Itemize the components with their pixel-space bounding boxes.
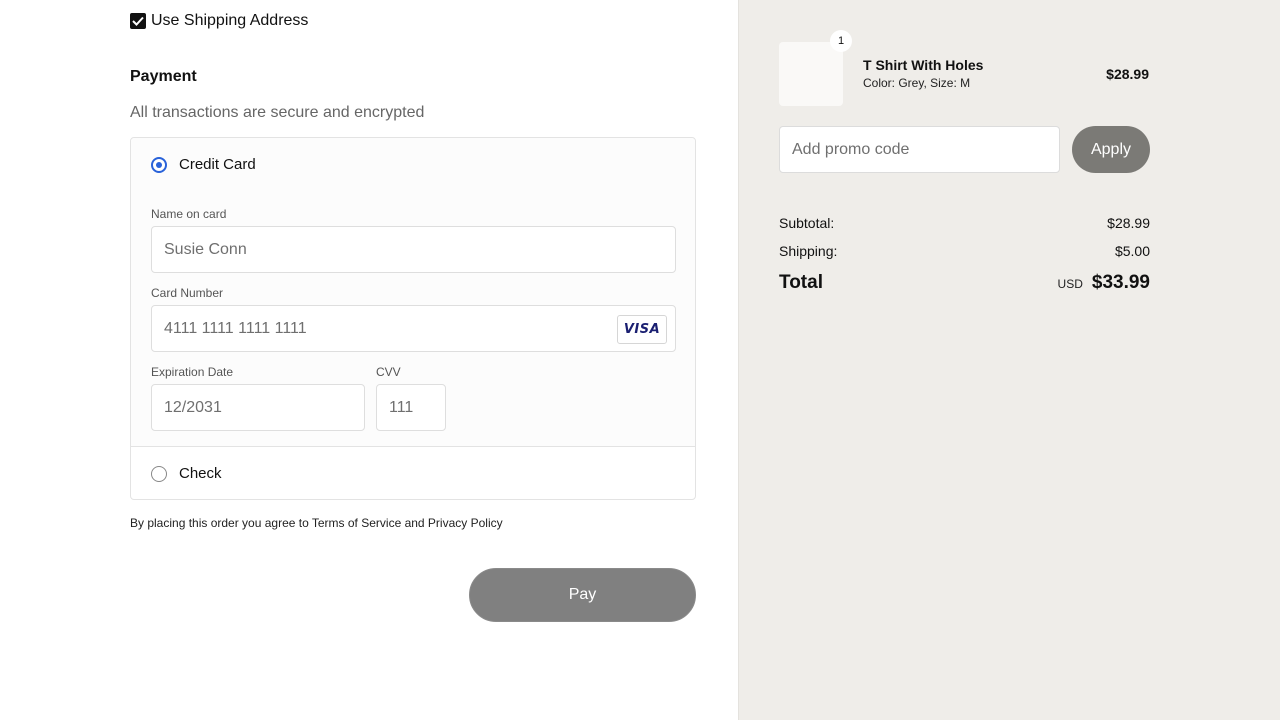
total-value: $33.99: [1091, 272, 1150, 293]
payment-heading: Payment: [130, 68, 197, 85]
shipping-value: $5.00: [1114, 243, 1150, 259]
credit-card-label: Credit Card: [179, 156, 256, 173]
cvv-placeholder: 111: [389, 398, 414, 416]
credit-card-option[interactable]: Credit Card: [151, 156, 256, 173]
card-number-label: Card Number: [151, 286, 224, 300]
use-shipping-address-checkbox[interactable]: [130, 13, 146, 29]
use-shipping-address-label: Use Shipping Address: [151, 12, 309, 29]
currency-code: USD: [1057, 277, 1083, 291]
payment-subtitle: All transactions are secure and encrypte…: [130, 104, 425, 121]
cvv-field[interactable]: 111: [376, 384, 446, 431]
product-price: $28.99: [1106, 66, 1149, 82]
product-name: T Shirt With Holes: [863, 57, 984, 73]
check-radio[interactable]: [151, 465, 167, 482]
order-summary-panel: [738, 0, 1280, 720]
expiration-date-placeholder: 12/2031: [164, 398, 222, 416]
apply-promo-button[interactable]: Apply: [1072, 126, 1150, 173]
quantity-badge: 1: [830, 30, 852, 52]
total-amount-group: USD $33.99: [1058, 272, 1150, 294]
credit-card-section: Credit Card Name on card Susie Conn Card…: [131, 138, 695, 447]
name-on-card-placeholder: Susie Conn: [164, 240, 247, 258]
product-variant: Color: Grey, Size: M: [863, 76, 971, 90]
checkmark-icon: [132, 16, 144, 26]
name-on-card-field[interactable]: Susie Conn: [151, 226, 676, 273]
credit-card-radio[interactable]: [151, 156, 167, 173]
subtotal-value: $28.99: [1107, 215, 1150, 231]
total-label: Total: [779, 272, 823, 293]
subtotal-label: Subtotal:: [779, 215, 835, 231]
card-number-field[interactable]: 4111 1111 1111 1111 VISA: [151, 305, 676, 352]
total-row: Total USD $33.99: [779, 272, 1150, 294]
check-option[interactable]: Check: [151, 465, 222, 482]
terms-notice: By placing this order you agree to Terms…: [130, 516, 503, 530]
check-section: Check: [131, 448, 695, 499]
pay-button[interactable]: Pay: [469, 568, 696, 622]
shipping-label: Shipping:: [779, 243, 838, 259]
name-on-card-label: Name on card: [151, 207, 227, 221]
check-label: Check: [179, 465, 222, 482]
expiration-date-field[interactable]: 12/2031: [151, 384, 365, 431]
shipping-row: Shipping: $5.00: [779, 243, 1150, 259]
use-shipping-address-row[interactable]: Use Shipping Address: [130, 12, 308, 30]
card-number-placeholder: 4111 1111 1111 1111: [164, 319, 307, 337]
promo-code-input[interactable]: [779, 126, 1060, 173]
cvv-label: CVV: [376, 365, 401, 379]
subtotal-row: Subtotal: $28.99: [779, 215, 1150, 231]
payment-methods-box: Credit Card Name on card Susie Conn Card…: [130, 137, 696, 500]
expiration-date-label: Expiration Date: [151, 365, 234, 379]
product-thumbnail: [779, 42, 843, 106]
visa-card-icon: VISA: [617, 315, 667, 344]
